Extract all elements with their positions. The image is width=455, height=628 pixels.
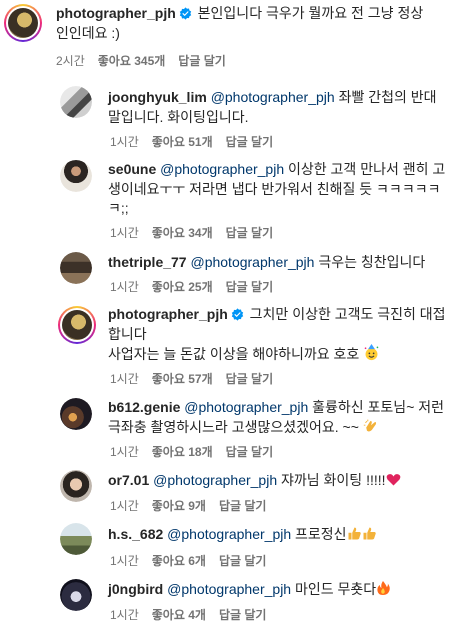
comment-time[interactable]: 1시간	[110, 226, 139, 240]
mention-link[interactable]: @photographer_pjh	[167, 526, 291, 542]
avatar[interactable]	[60, 398, 92, 430]
reply-button[interactable]: 답글 달기	[219, 499, 267, 513]
comment-time[interactable]: 1시간	[110, 280, 139, 294]
comment-meta: 2시간 좋아요 345개 답글 달기	[56, 52, 239, 69]
clapping-hands-icon	[363, 419, 376, 431]
likes-count[interactable]: 좋아요 25개	[152, 280, 213, 294]
comment-body: thetriple_77 @photographer_pjh 극우는 칭찬입니다	[108, 253, 448, 273]
reply-button[interactable]: 답글 달기	[226, 445, 274, 459]
comment-time[interactable]: 1시간	[110, 372, 139, 386]
comment-username[interactable]: thetriple_77	[108, 254, 187, 270]
comment-text: 극우는 칭찬입니다	[318, 254, 426, 270]
likes-count[interactable]: 좋아요 345개	[98, 54, 166, 68]
mention-link[interactable]: @photographer_pjh	[160, 161, 284, 177]
mention-link[interactable]: @photographer_pjh	[184, 399, 308, 415]
avatar-story-ring[interactable]	[4, 4, 42, 42]
comment-time[interactable]: 2시간	[56, 54, 85, 68]
comment-username[interactable]: joonghyuk_lim	[108, 89, 207, 105]
mention-link[interactable]: @photographer_pjh	[167, 581, 291, 597]
likes-count[interactable]: 좋아요 9개	[152, 499, 206, 513]
comment-username[interactable]: se0une	[108, 161, 156, 177]
comment-time[interactable]: 1시간	[110, 135, 139, 149]
verified-badge-icon	[179, 7, 191, 20]
comment-username[interactable]: b612.genie	[108, 399, 180, 415]
thumbs-up-icon	[363, 527, 376, 540]
likes-count[interactable]: 좋아요 4개	[152, 608, 206, 622]
comment-body: b612.genie @photographer_pjh 훌륭하신 포토님~ 저…	[108, 398, 448, 437]
red-heart-icon	[386, 474, 400, 486]
comment-body: joonghyuk_lim @photographer_pjh 좌빨 간첩의 반…	[108, 88, 448, 127]
comment-time[interactable]: 1시간	[110, 554, 139, 568]
face-with-party-hat-icon	[364, 344, 379, 361]
avatar[interactable]	[60, 470, 92, 502]
comment-meta: 1시간 좋아요 18개 답글 달기	[110, 443, 286, 460]
comment-meta: 1시간 좋아요 6개 답글 달기	[110, 552, 279, 569]
reply-button[interactable]: 답글 달기	[219, 554, 267, 568]
comment-meta: 1시간 좋아요 34개 답글 달기	[110, 224, 286, 241]
comment-body: photographer_pjh 그치만 이상한 고객도 극진히 대접합니다 사…	[108, 305, 448, 365]
reply-button[interactable]: 답글 달기	[226, 280, 274, 294]
mention-link[interactable]: @photographer_pjh	[190, 254, 314, 270]
mention-link[interactable]: @photographer_pjh	[211, 89, 335, 105]
avatar[interactable]	[60, 579, 92, 611]
likes-count[interactable]: 좋아요 51개	[152, 135, 213, 149]
avatar-story-ring[interactable]	[58, 306, 96, 344]
avatar	[62, 310, 92, 340]
comment-meta: 1시간 좋아요 51개 답글 달기	[110, 133, 286, 150]
avatar[interactable]	[60, 160, 92, 192]
mention-link[interactable]: @photographer_pjh	[153, 472, 277, 488]
comment-username[interactable]: j0ngbird	[108, 581, 163, 597]
fire-icon	[377, 581, 390, 595]
comment-body: se0une @photographer_pjh 이상한 고객 만나서 괜히 고…	[108, 160, 448, 219]
comment-meta: 1시간 좋아요 9개 답글 달기	[110, 497, 279, 514]
verified-badge-icon	[231, 308, 243, 321]
comment-username[interactable]: or7.01	[108, 472, 149, 488]
avatar[interactable]	[60, 252, 92, 284]
likes-count[interactable]: 좋아요 57개	[152, 372, 213, 386]
reply-button[interactable]: 답글 달기	[226, 135, 274, 149]
likes-count[interactable]: 좋아요 18개	[152, 445, 213, 459]
comment-meta: 1시간 좋아요 4개 답글 달기	[110, 606, 279, 623]
comment-username[interactable]: photographer_pjh	[108, 306, 228, 322]
avatar[interactable]	[60, 523, 92, 555]
reply-button[interactable]: 답글 달기	[178, 54, 226, 68]
comment-time[interactable]: 1시간	[110, 608, 139, 622]
reply-button[interactable]: 답글 달기	[219, 608, 267, 622]
comment-meta: 1시간 좋아요 57개 답글 달기	[110, 370, 286, 387]
comment-body: or7.01 @photographer_pjh 쟈까님 화이팅 !!!!!	[108, 471, 448, 491]
comment-body: photographer_pjh 본인입니다 극우가 뭘까요 전 그냥 정상인인…	[56, 4, 436, 43]
comment-text-line2: 사업자는 늘 돈값 이상을 해야하니까요 호호	[108, 346, 360, 362]
comment-username[interactable]: photographer_pjh	[56, 5, 176, 21]
comment-meta: 1시간 좋아요 25개 답글 달기	[110, 278, 286, 295]
thumbs-up-icon	[348, 527, 361, 540]
comment-body: j0ngbird @photographer_pjh 마인드 무춋다	[108, 580, 448, 600]
comment-body: h.s._682 @photographer_pjh 프로정신	[108, 525, 448, 545]
comment-time[interactable]: 1시간	[110, 499, 139, 513]
comment-time[interactable]: 1시간	[110, 445, 139, 459]
comment-username[interactable]: h.s._682	[108, 526, 163, 542]
likes-count[interactable]: 좋아요 34개	[152, 226, 213, 240]
reply-button[interactable]: 답글 달기	[226, 372, 274, 386]
avatar	[8, 8, 38, 38]
comment-text: 쟈까님 화이팅 !!!!!	[281, 472, 386, 488]
comment-text: 프로정신	[295, 526, 347, 542]
likes-count[interactable]: 좋아요 6개	[152, 554, 206, 568]
avatar[interactable]	[60, 86, 92, 118]
reply-button[interactable]: 답글 달기	[226, 226, 274, 240]
comment-text: 마인드 무춋다	[295, 581, 377, 597]
